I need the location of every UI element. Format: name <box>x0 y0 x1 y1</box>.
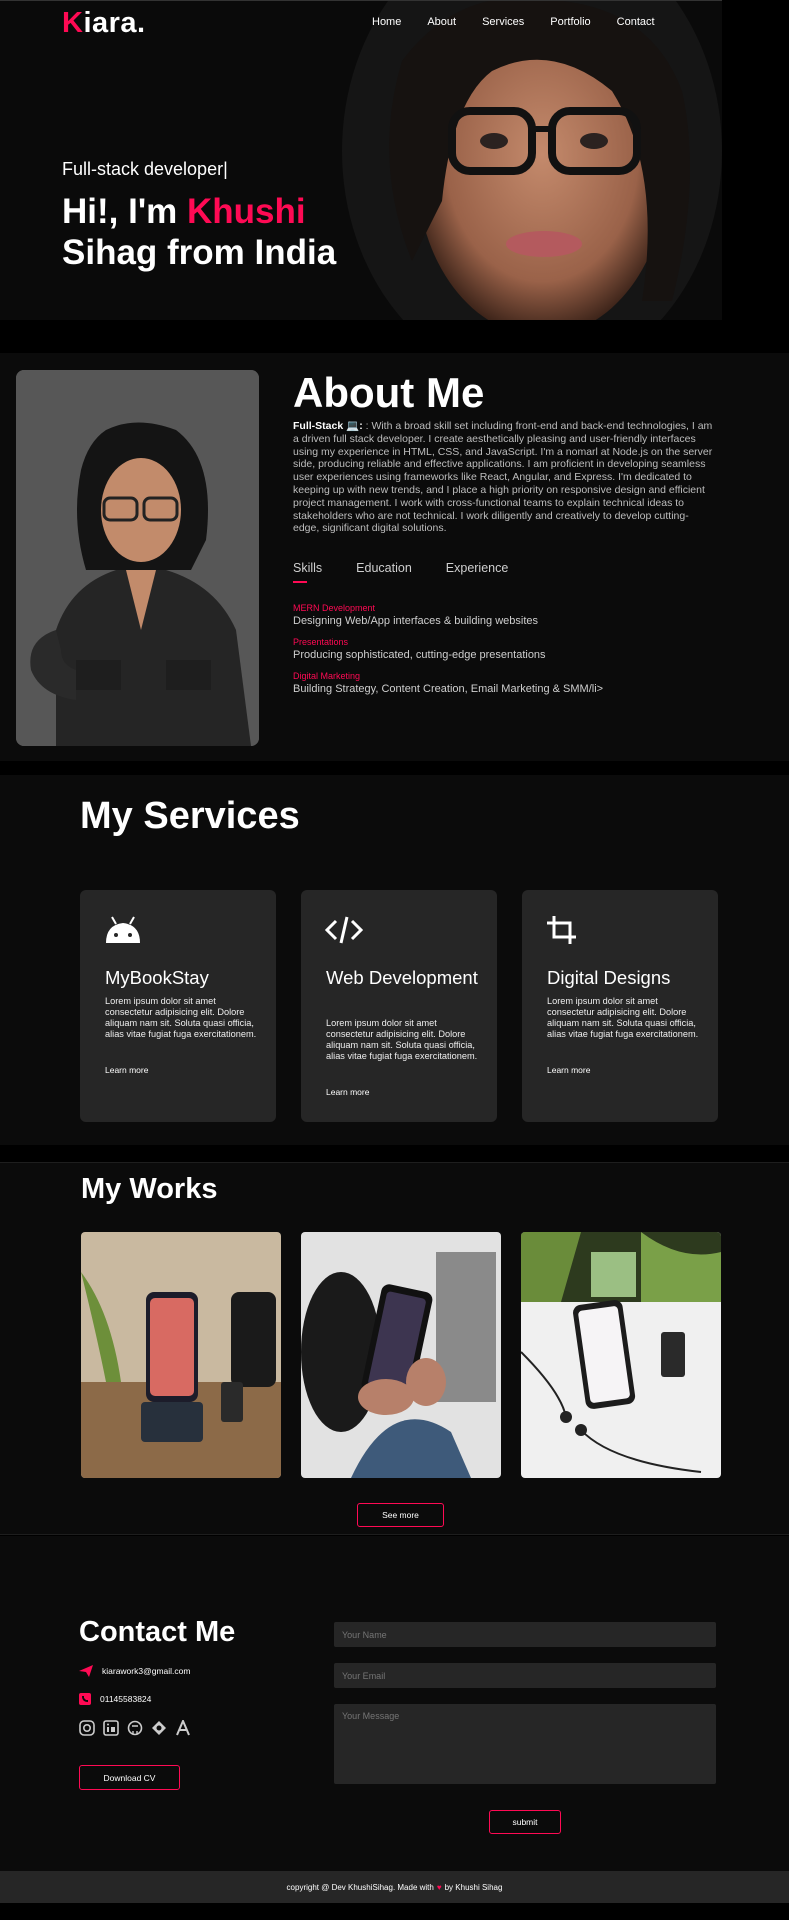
android-icon <box>106 916 140 943</box>
nav-services[interactable]: Services <box>482 16 524 28</box>
hero-portrait-image <box>302 1 722 320</box>
logo-rest: iara. <box>83 7 146 39</box>
about-description: Full-Stack 💻: : With a broad skill set i… <box>293 420 713 535</box>
message-field[interactable] <box>334 1704 716 1784</box>
about-section: About Me Full-Stack 💻: : With a broad sk… <box>0 353 789 761</box>
brand-logo[interactable]: Kiara. <box>62 7 146 40</box>
work-image-phone-desk[interactable] <box>521 1232 721 1478</box>
tab-education[interactable]: Education <box>356 561 412 575</box>
skills-list: MERN Development Designing Web/App inter… <box>293 603 713 705</box>
service-title: Web Development <box>326 967 478 988</box>
nav-about[interactable]: About <box>427 16 456 28</box>
skill-item: MERN Development Designing Web/App inter… <box>293 603 713 627</box>
about-portrait-image <box>16 370 259 746</box>
about-body: : With a broad skill set including front… <box>293 420 713 535</box>
services-title: My Services <box>80 795 300 837</box>
about-title: About Me <box>293 369 485 416</box>
github-icon[interactable] <box>127 1720 143 1736</box>
crop-icon <box>547 916 576 944</box>
skill-desc: Designing Web/App interfaces & building … <box>293 615 538 627</box>
heart-icon: ♥ <box>436 1882 442 1892</box>
works-title: My Works <box>81 1173 218 1205</box>
phone-icon <box>79 1693 91 1705</box>
hero-section: Kiara. Home About Services Portfolio Con… <box>0 0 722 320</box>
nav-portfolio[interactable]: Portfolio <box>550 16 590 28</box>
footer: copyright @ Dev KhushiSihag. Made with ♥… <box>0 1871 789 1903</box>
work-image-phone-stand[interactable] <box>81 1232 281 1478</box>
download-cv-button[interactable]: Download CV <box>79 1765 180 1790</box>
contact-email-row: kiarawork3@gmail.com <box>79 1665 190 1677</box>
instagram-icon[interactable] <box>79 1720 95 1736</box>
nav-home[interactable]: Home <box>372 16 401 28</box>
email-field[interactable] <box>334 1663 716 1688</box>
service-text: Lorem ipsum dolor sit amet consectetur a… <box>326 1018 478 1061</box>
skill-desc: Producing sophisticated, cutting-edge pr… <box>293 649 546 661</box>
see-more-button[interactable]: See more <box>357 1503 444 1527</box>
social-links <box>79 1718 199 1736</box>
font-icon[interactable] <box>175 1718 191 1736</box>
linkedin-icon[interactable] <box>103 1720 119 1736</box>
service-title: Digital Designs <box>547 967 671 988</box>
learn-more-link[interactable]: Learn more <box>326 1087 369 1097</box>
tab-experience[interactable]: Experience <box>446 561 509 575</box>
code-icon <box>325 916 363 944</box>
skill-desc: Building Strategy, Content Creation, Ema… <box>293 683 604 695</box>
name-field[interactable] <box>334 1622 716 1647</box>
service-text: Lorem ipsum dolor sit amet consectetur a… <box>105 996 257 1039</box>
service-card: Web Development Lorem ipsum dolor sit am… <box>301 890 497 1122</box>
footer-text-after: by Khushi Sihag <box>444 1882 503 1892</box>
about-tabs: Skills Education Experience <box>293 561 542 583</box>
service-title: MyBookStay <box>105 967 209 988</box>
about-lead: Full-Stack <box>293 420 344 432</box>
logo-initial: K <box>62 7 84 39</box>
services-section: My Services MyBookStay Lorem ipsum dolor… <box>0 775 789 1145</box>
learn-more-link[interactable]: Learn more <box>547 1065 590 1075</box>
send-icon <box>79 1665 93 1677</box>
hero-greeting: Hi!, I'm <box>62 192 187 231</box>
work-image-phone-hands[interactable] <box>301 1232 501 1478</box>
nav-contact[interactable]: Contact <box>617 16 655 28</box>
submit-button[interactable]: submit <box>489 1810 561 1834</box>
hero-subtitle: Full-stack developer| <box>62 159 228 179</box>
works-section: My Works See more <box>0 1162 789 1535</box>
main-nav: Home About Services Portfolio Contact <box>372 16 681 28</box>
skill-item: Digital Marketing Building Strategy, Con… <box>293 671 713 695</box>
tab-skills[interactable]: Skills <box>293 561 322 583</box>
service-card: MyBookStay Lorem ipsum dolor sit amet co… <box>80 890 276 1122</box>
hero-name: Khushi <box>187 192 306 231</box>
contact-section: Contact Me kiarawork3@gmail.com 01145583… <box>0 1536 789 1871</box>
skill-title: Presentations <box>293 637 349 647</box>
service-card: Digital Designs Lorem ipsum dolor sit am… <box>522 890 718 1122</box>
service-text: Lorem ipsum dolor sit amet consectetur a… <box>547 996 699 1039</box>
contact-phone-row: 01145583824 <box>79 1693 151 1705</box>
hero-line2: Sihag from India <box>62 233 337 272</box>
learn-more-link[interactable]: Learn more <box>105 1065 148 1075</box>
skill-item: Presentations Producing sophisticated, c… <box>293 637 713 661</box>
skill-title: Digital Marketing <box>293 671 361 681</box>
contact-phone[interactable]: 01145583824 <box>100 1694 151 1704</box>
contact-title: Contact Me <box>79 1616 236 1648</box>
hero-headline: Hi!, I'm Khushi Sihag from India <box>62 191 336 273</box>
hashnode-icon[interactable] <box>151 1720 167 1736</box>
skill-title: MERN Development <box>293 603 376 613</box>
laptop-emoji-icon: 💻 <box>346 420 360 432</box>
footer-text-before: copyright @ Dev KhushiSihag. Made with <box>286 1882 434 1892</box>
contact-email[interactable]: kiarawork3@gmail.com <box>102 1666 190 1676</box>
